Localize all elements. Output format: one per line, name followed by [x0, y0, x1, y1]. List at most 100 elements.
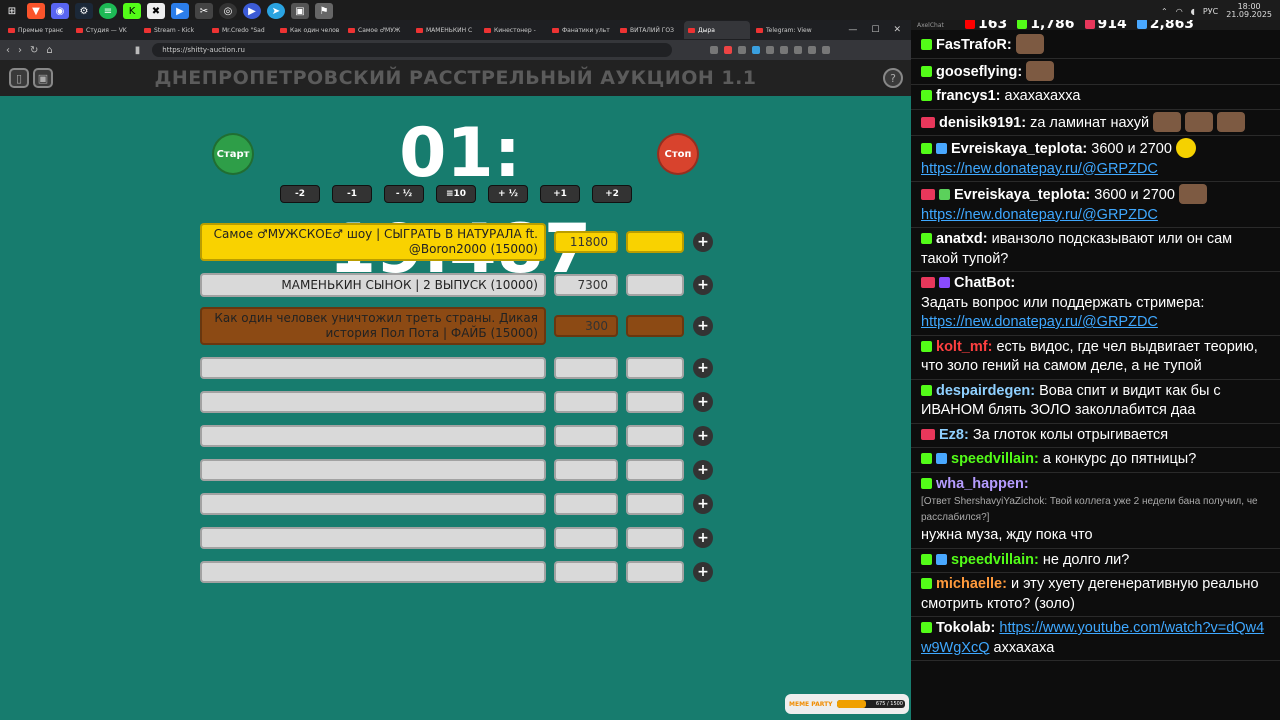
chat-username[interactable]: speedvillain: — [951, 451, 1039, 467]
forward-icon[interactable]: › — [18, 45, 22, 56]
lot-amount-field[interactable] — [554, 425, 618, 447]
brave-browser-icon[interactable]: ▼ — [27, 3, 45, 19]
kick-icon[interactable]: K — [123, 3, 141, 19]
home-icon[interactable]: ⌂ — [46, 45, 52, 56]
lot-add-amount-field[interactable] — [626, 231, 684, 253]
chat-username[interactable]: Tokolab: — [936, 620, 995, 636]
extension-icon[interactable] — [780, 46, 789, 54]
lot-amount-field[interactable]: 7300 — [554, 274, 618, 296]
chat-username[interactable]: kolt_mf: — [936, 339, 992, 355]
chat-username[interactable]: Evreiskaya_teplota: — [951, 141, 1087, 157]
lot-amount-field[interactable]: 11800 — [554, 231, 618, 253]
chat-username[interactable]: michaelle: — [936, 576, 1007, 592]
browser-tab[interactable]: Самое ♂МУЖ — [344, 21, 410, 39]
browser-tab[interactable]: Дыра — [684, 21, 750, 39]
wifi-icon[interactable]: ◠ — [1176, 7, 1183, 16]
stop-button[interactable]: Стоп — [657, 133, 699, 175]
lot-add-amount-field[interactable] — [626, 357, 684, 379]
extension-icon[interactable] — [766, 46, 775, 54]
lot-name-field[interactable] — [200, 425, 546, 447]
extension-icon[interactable] — [752, 46, 761, 54]
extension-icon[interactable] — [738, 46, 747, 54]
discord-icon[interactable]: ◉ — [51, 3, 69, 19]
clock[interactable]: 18:00 21.09.2025 — [1226, 3, 1272, 19]
lot-add-button[interactable]: + — [693, 528, 713, 548]
app-icon[interactable]: ⚑ — [315, 3, 333, 19]
browser-tab[interactable]: Stream - Kick — [140, 21, 206, 39]
browser-tab[interactable]: Mr.Credo "Sad — [208, 21, 274, 39]
lot-name-field[interactable] — [200, 391, 546, 413]
lot-add-amount-field[interactable] — [626, 527, 684, 549]
lot-add-button[interactable]: + — [693, 460, 713, 480]
time-adjust-button[interactable]: +2 — [592, 185, 632, 203]
lot-amount-field[interactable]: 300 — [554, 315, 618, 337]
lot-name-field[interactable] — [200, 527, 546, 549]
menu-icon[interactable] — [822, 46, 831, 54]
lot-add-button[interactable]: + — [693, 426, 713, 446]
extension-icon[interactable] — [724, 46, 733, 54]
app-icon[interactable]: ▶ — [243, 3, 261, 19]
time-adjust-button[interactable]: -2 — [280, 185, 320, 203]
telegram-icon[interactable]: ➤ — [267, 3, 285, 19]
chat-username[interactable]: ChatBot: — [954, 275, 1015, 291]
reload-icon[interactable]: ↻ — [30, 45, 38, 56]
lot-name-field[interactable] — [200, 459, 546, 481]
obs-icon[interactable]: ◎ — [219, 3, 237, 19]
volume-icon[interactable]: ◖ — [1191, 7, 1195, 16]
minimize-icon[interactable]: — — [848, 25, 857, 35]
chat-username[interactable]: FasTrafoR: — [936, 37, 1012, 53]
lot-add-button[interactable]: + — [693, 494, 713, 514]
lot-add-amount-field[interactable] — [626, 459, 684, 481]
lot-amount-field[interactable] — [554, 561, 618, 583]
maximize-icon[interactable]: ☐ — [871, 25, 879, 35]
lot-add-button[interactable]: + — [693, 562, 713, 582]
chat-username[interactable]: gooseflying: — [936, 64, 1022, 80]
browser-tab[interactable]: Кинестонер - — [480, 21, 546, 39]
start-button[interactable]: Старт — [212, 133, 254, 175]
lot-add-amount-field[interactable] — [626, 274, 684, 296]
lot-add-amount-field[interactable] — [626, 425, 684, 447]
language-indicator[interactable]: РУС — [1203, 7, 1218, 16]
lot-name-field[interactable]: МАМЕНЬКИН СЫНОК | 2 ВЫПУСК (10000) — [200, 273, 546, 297]
lot-name-field[interactable] — [200, 561, 546, 583]
lot-add-button[interactable]: + — [693, 392, 713, 412]
browser-tab[interactable]: Фанатики ульт — [548, 21, 614, 39]
app-icon[interactable]: ✖ — [147, 3, 165, 19]
chat-link[interactable]: https://new.donatepay.ru/@GRPZDC — [921, 161, 1158, 177]
lot-add-button[interactable]: + — [693, 232, 713, 252]
browser-tab[interactable]: ВИТАЛИЙ ГОЗ — [616, 21, 682, 39]
chat-username[interactable]: Ez8: — [939, 427, 969, 443]
url-field[interactable]: https://shitty-auction.ru — [152, 43, 673, 57]
chat-username[interactable]: speedvillain: — [951, 552, 1039, 568]
time-adjust-button[interactable]: ≡10 — [436, 185, 476, 203]
lot-amount-field[interactable] — [554, 459, 618, 481]
lot-add-button[interactable]: + — [693, 275, 713, 295]
windows-start-icon[interactable]: ⊞ — [3, 3, 21, 19]
time-adjust-button[interactable]: +1 — [540, 185, 580, 203]
browser-tab[interactable]: Студия — VK — [72, 21, 138, 39]
download-icon[interactable] — [808, 46, 817, 54]
time-adjust-button[interactable]: -1 — [332, 185, 372, 203]
help-button[interactable]: ? — [883, 68, 903, 88]
steam-icon[interactable]: ⚙ — [75, 3, 93, 19]
lot-name-field[interactable]: Как один человек уничтожил треть страны.… — [200, 307, 546, 345]
extension-icon[interactable] — [794, 46, 803, 54]
chat-username[interactable]: despairdegen: — [936, 383, 1035, 399]
chat-username[interactable]: wha_happen: — [936, 476, 1029, 492]
extension-icon[interactable] — [710, 46, 719, 54]
lot-name-field[interactable] — [200, 493, 546, 515]
lot-add-button[interactable]: + — [693, 316, 713, 336]
lot-amount-field[interactable] — [554, 527, 618, 549]
chat-link[interactable]: https://new.donatepay.ru/@GRPZDC — [921, 207, 1158, 223]
bookmark-icon[interactable]: ▮ — [135, 45, 141, 56]
chat-username[interactable]: francys1: — [936, 88, 1000, 104]
time-adjust-button[interactable]: + ½ — [488, 185, 528, 203]
lot-amount-field[interactable] — [554, 391, 618, 413]
chat-username[interactable]: anatxd: — [936, 231, 988, 247]
app-icon[interactable]: ✂ — [195, 3, 213, 19]
back-icon[interactable]: ‹ — [6, 45, 10, 56]
time-adjust-button[interactable]: - ½ — [384, 185, 424, 203]
chat-link[interactable]: https://new.donatepay.ru/@GRPZDC — [921, 314, 1158, 330]
lot-add-amount-field[interactable] — [626, 391, 684, 413]
spotify-icon[interactable]: ≡ — [99, 3, 117, 19]
